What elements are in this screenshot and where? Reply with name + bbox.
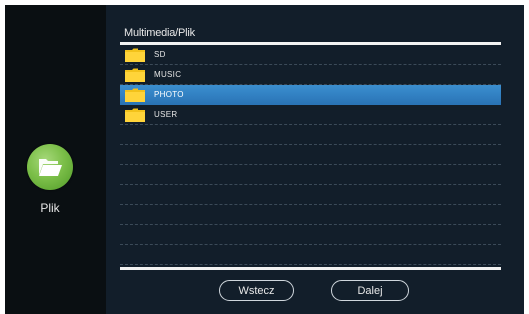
device-screen: Plik Multimedia/Plik SD MUSIC PHOTO USER…: [5, 5, 524, 314]
list-item-photo[interactable]: PHOTO: [120, 85, 501, 105]
footer-divider: [120, 267, 501, 270]
list-item-sd[interactable]: SD: [120, 45, 501, 65]
list-item-empty: [120, 185, 501, 205]
list-item-empty: [120, 245, 501, 265]
list-item-label: USER: [154, 110, 178, 119]
list-item-label: SD: [154, 50, 166, 59]
folder-icon: [125, 68, 145, 82]
file-list: SD MUSIC PHOTO USER: [120, 45, 501, 265]
folder-open-icon: [27, 144, 73, 190]
list-item-empty: [120, 205, 501, 225]
folder-icon: [125, 108, 145, 122]
folder-open-glyph: [39, 159, 62, 176]
app-label: Plik: [40, 201, 60, 215]
list-item-label: PHOTO: [154, 90, 184, 99]
back-button[interactable]: Wstecz: [219, 280, 294, 301]
list-item-empty: [120, 165, 501, 185]
folder-icon: [125, 48, 145, 62]
breadcrumb: Multimedia/Plik: [124, 27, 195, 39]
list-item-empty: [120, 145, 501, 165]
folder-icon: [125, 88, 145, 102]
sidebar: Plik: [5, 5, 106, 314]
next-button[interactable]: Dalej: [331, 280, 409, 301]
list-item-empty: [120, 125, 501, 145]
list-item-empty: [120, 225, 501, 245]
file-browser: Multimedia/Plik SD MUSIC PHOTO USER Wste…: [106, 5, 524, 314]
list-item-user[interactable]: USER: [120, 105, 501, 125]
list-item-label: MUSIC: [154, 70, 182, 79]
list-item-music[interactable]: MUSIC: [120, 65, 501, 85]
